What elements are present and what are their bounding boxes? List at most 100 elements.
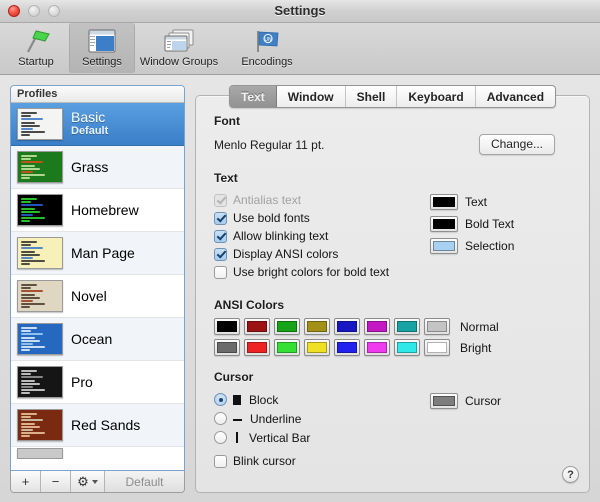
- profile-name: Man Page: [71, 246, 135, 261]
- checkbox-icon[interactable]: [214, 230, 227, 243]
- profile-row[interactable]: [11, 447, 184, 459]
- change-font-button[interactable]: Change...: [479, 134, 555, 155]
- cursor-color-label: Cursor: [465, 394, 501, 408]
- ansi-color-swatch[interactable]: [424, 339, 450, 356]
- profile-row[interactable]: Grass: [11, 146, 184, 189]
- profile-actions-menu-button[interactable]: ⚙: [71, 471, 105, 492]
- profile-row[interactable]: Red Sands: [11, 404, 184, 447]
- checkbox-icon[interactable]: [214, 248, 227, 261]
- cursor-section: BlockUnderlineVertical Bar Blink cursor C…: [214, 390, 575, 470]
- font-value: Menlo Regular 11 pt.: [214, 138, 325, 152]
- profile-thumbnail: [17, 409, 63, 441]
- terminal-window-icon: [87, 26, 117, 55]
- cursor-color-swatch-group: Cursor: [424, 390, 501, 470]
- tab-keyboard[interactable]: Keyboard: [397, 86, 475, 107]
- color-swatch-label: Selection: [465, 239, 514, 253]
- ansi-color-swatch[interactable]: [244, 339, 270, 356]
- ansi-color-swatch[interactable]: [394, 318, 420, 335]
- checkbox-icon[interactable]: [214, 212, 227, 225]
- toolbar-label-settings: Settings: [82, 56, 122, 68]
- ansi-color-swatch[interactable]: [304, 339, 330, 356]
- checkbox-row[interactable]: Display ANSI colors: [214, 245, 424, 263]
- color-fill: [367, 321, 387, 332]
- tab-group[interactable]: TextWindowShellKeyboardAdvanced: [229, 85, 556, 108]
- cursor-option-block[interactable]: Block: [214, 390, 424, 409]
- ansi-color-swatch[interactable]: [214, 318, 240, 335]
- color-swatch-button[interactable]: [430, 194, 458, 210]
- checkbox-row[interactable]: Allow blinking text: [214, 227, 424, 245]
- checkbox-label: Allow blinking text: [233, 229, 328, 243]
- tab-advanced[interactable]: Advanced: [476, 86, 555, 107]
- ansi-color-swatch[interactable]: [274, 339, 300, 356]
- color-fill: [397, 321, 417, 332]
- checkbox-icon[interactable]: [214, 455, 227, 468]
- cursor-color-row[interactable]: Cursor: [430, 390, 501, 412]
- profile-row[interactable]: Pro: [11, 361, 184, 404]
- toolbar: Startup Settings: [0, 23, 600, 75]
- ansi-color-swatch[interactable]: [394, 339, 420, 356]
- profile-row[interactable]: Man Page: [11, 232, 184, 275]
- checkbox-icon: [214, 194, 227, 207]
- color-swatch-button[interactable]: [430, 216, 458, 232]
- ansi-color-swatch[interactable]: [304, 318, 330, 335]
- profile-row[interactable]: Ocean: [11, 318, 184, 361]
- tab-text[interactable]: Text: [230, 86, 277, 107]
- text-section-title: Text: [214, 171, 575, 185]
- flag-icon: [22, 26, 50, 55]
- color-fill: [247, 321, 267, 332]
- ansi-color-swatch[interactable]: [424, 318, 450, 335]
- radio-icon[interactable]: [214, 412, 227, 425]
- svg-text:UN: UN: [264, 37, 272, 43]
- profile-row[interactable]: Novel: [11, 275, 184, 318]
- ansi-color-swatch[interactable]: [364, 339, 390, 356]
- color-swatch-row[interactable]: Bold Text: [430, 213, 514, 235]
- ansi-color-swatch[interactable]: [334, 318, 360, 335]
- profile-thumbnail: [17, 280, 63, 312]
- help-button[interactable]: ?: [562, 466, 579, 483]
- color-fill: [307, 321, 327, 332]
- profile-row[interactable]: Homebrew: [11, 189, 184, 232]
- color-swatch-row[interactable]: Text: [430, 191, 514, 213]
- ansi-row-bright: Bright: [214, 339, 575, 356]
- color-swatch-button[interactable]: [430, 393, 458, 409]
- color-swatch-button[interactable]: [430, 238, 458, 254]
- checkbox-row[interactable]: Use bright colors for bold text: [214, 263, 424, 281]
- add-profile-button[interactable]: +: [11, 471, 41, 492]
- cursor-radio-group: BlockUnderlineVertical Bar Blink cursor: [214, 390, 424, 470]
- ansi-section-title: ANSI Colors: [214, 298, 575, 312]
- profile-row[interactable]: BasicDefault: [11, 103, 184, 146]
- checkbox-row[interactable]: Use bold fonts: [214, 209, 424, 227]
- radio-icon[interactable]: [214, 431, 227, 444]
- toolbar-item-settings[interactable]: Settings: [69, 23, 135, 73]
- remove-profile-button[interactable]: −: [41, 471, 71, 492]
- profiles-frame: Profiles BasicDefaultGrassHomebrewMan Pa…: [10, 85, 185, 471]
- settings-pane: TextWindowShellKeyboardAdvanced Font Men…: [195, 85, 590, 493]
- cursor-option-vertical-bar[interactable]: Vertical Bar: [214, 428, 424, 447]
- ansi-color-swatch[interactable]: [244, 318, 270, 335]
- ansi-color-swatch[interactable]: [274, 318, 300, 335]
- checkbox-icon[interactable]: [214, 266, 227, 279]
- profiles-action-bar: + − ⚙ Default: [10, 471, 185, 493]
- window-title: Settings: [0, 3, 600, 18]
- set-default-profile-button[interactable]: Default: [105, 471, 184, 492]
- color-fill: [433, 396, 455, 406]
- profile-name: Novel: [71, 289, 107, 304]
- profile-thumbnail: [17, 194, 63, 226]
- ansi-color-swatch[interactable]: [364, 318, 390, 335]
- ansi-color-swatch[interactable]: [334, 339, 360, 356]
- color-swatch-row[interactable]: Selection: [430, 235, 514, 257]
- blink-cursor-row[interactable]: Blink cursor: [214, 452, 424, 470]
- profiles-list[interactable]: BasicDefault Grass Homebrew Man Page Novel Oc…: [11, 103, 184, 470]
- ansi-color-swatch[interactable]: [214, 339, 240, 356]
- window-body: Profiles BasicDefaultGrassHomebrewMan Pa…: [0, 75, 600, 502]
- toolbar-item-startup[interactable]: Startup: [3, 23, 69, 73]
- radio-icon[interactable]: [214, 393, 227, 406]
- toolbar-item-encodings[interactable]: UN Encodings: [223, 23, 311, 73]
- profile-name: Grass: [71, 160, 108, 175]
- toolbar-item-window-groups[interactable]: Window Groups: [135, 23, 223, 73]
- tab-shell[interactable]: Shell: [346, 86, 398, 107]
- cursor-option-underline[interactable]: Underline: [214, 409, 424, 428]
- color-swatch-label: Bold Text: [465, 217, 514, 231]
- tab-window[interactable]: Window: [277, 86, 346, 107]
- color-fill: [433, 197, 455, 207]
